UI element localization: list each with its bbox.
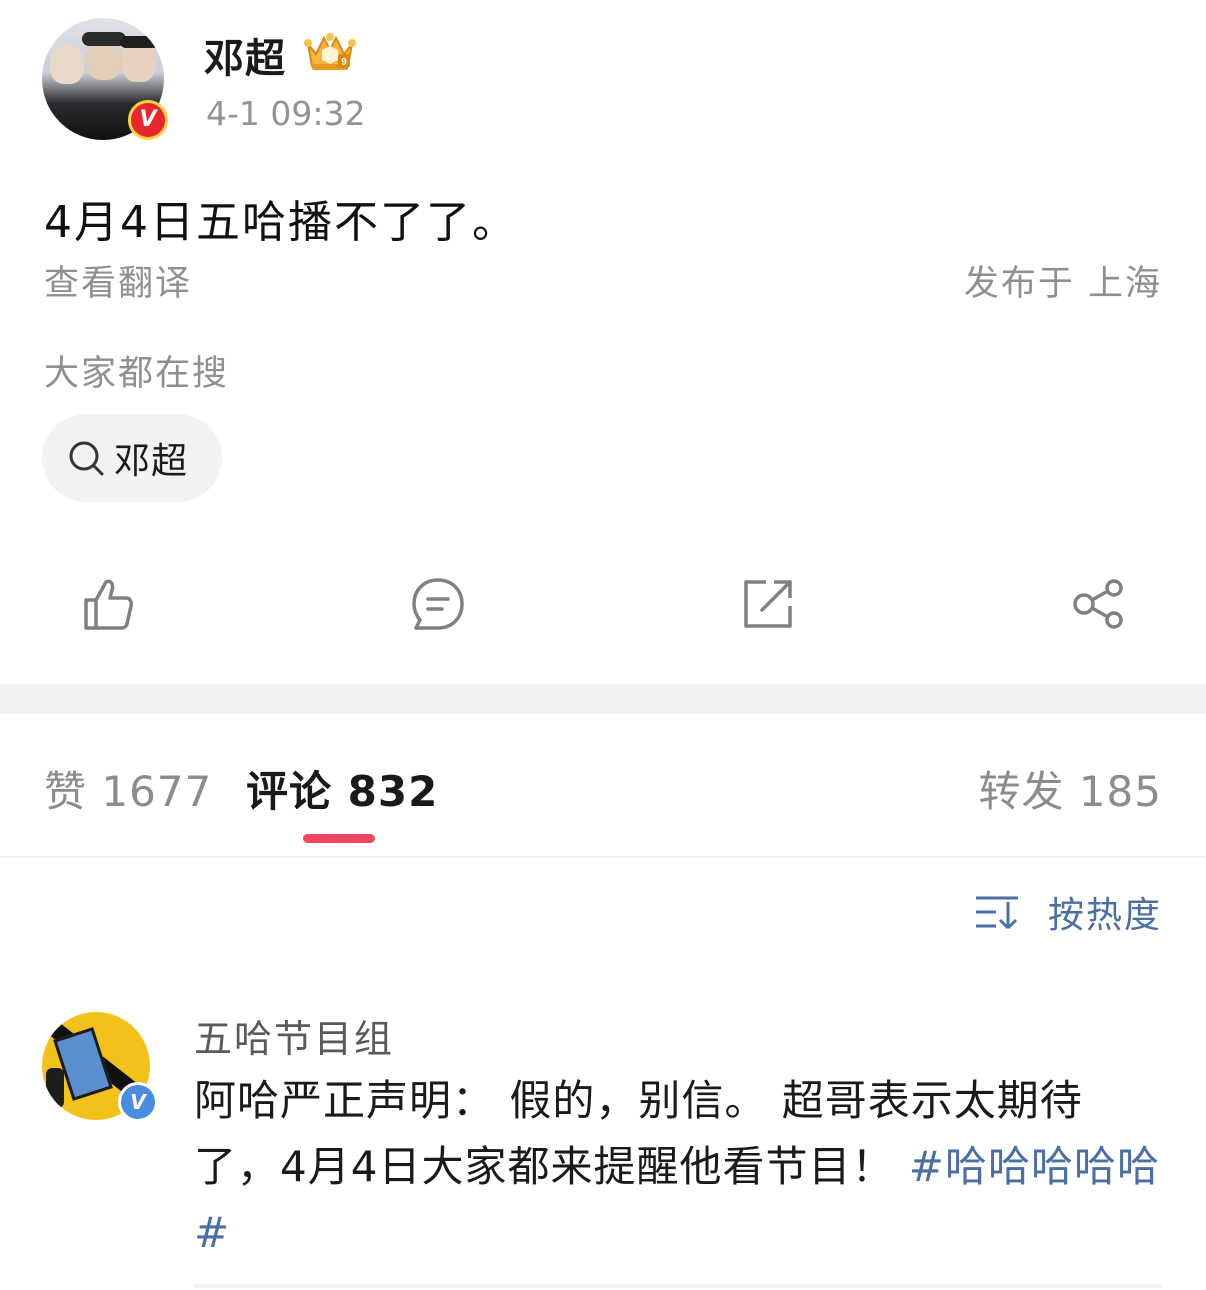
search-chip[interactable]: 邓超 <box>42 414 222 502</box>
sort-label: 按热度 <box>1047 895 1162 936</box>
search-chip-label: 邓超 <box>114 441 189 482</box>
tab-reposts[interactable]: 转发 185 <box>978 758 1162 819</box>
post-body-text: 4月4日五哈播不了了。 <box>44 197 518 248</box>
sort-by-hot-button[interactable]: 按热度 <box>974 886 1162 938</box>
share-icon[interactable] <box>1068 574 1128 634</box>
author-name[interactable]: 邓超 <box>204 26 286 84</box>
section-separator <box>0 684 1206 714</box>
trending-search-label: 大家都在搜 <box>44 354 230 394</box>
crown-badge-icon: 9 <box>304 33 356 70</box>
search-icon <box>69 441 104 476</box>
translate-link[interactable]: 查看翻译 <box>44 255 192 306</box>
tab-comments[interactable]: 评论 832 <box>246 758 438 819</box>
active-tab-indicator <box>303 834 375 843</box>
commenter-name[interactable]: 五哈节目组 <box>194 1008 394 1063</box>
tab-divider <box>0 856 1206 858</box>
thumbs-up-icon[interactable] <box>78 574 138 634</box>
comment-text: 阿哈严正声明： 假的，别信。 超哥表示太期待了，4月4日大家都来提醒他看节目！ … <box>194 1068 1164 1266</box>
verified-badge-icon: V <box>128 100 168 140</box>
comment-divider <box>194 1284 1162 1288</box>
comment-bubble-icon[interactable] <box>408 574 468 634</box>
post-time: 4-1 09:32 <box>206 94 366 133</box>
sort-icon <box>975 896 1018 930</box>
post-location: 发布于 上海 <box>963 264 1162 304</box>
repost-external-icon[interactable] <box>738 574 798 634</box>
svg-text:9: 9 <box>341 57 347 68</box>
tab-likes[interactable]: 赞 1677 <box>44 758 212 819</box>
verified-badge-icon: V <box>118 1082 158 1122</box>
